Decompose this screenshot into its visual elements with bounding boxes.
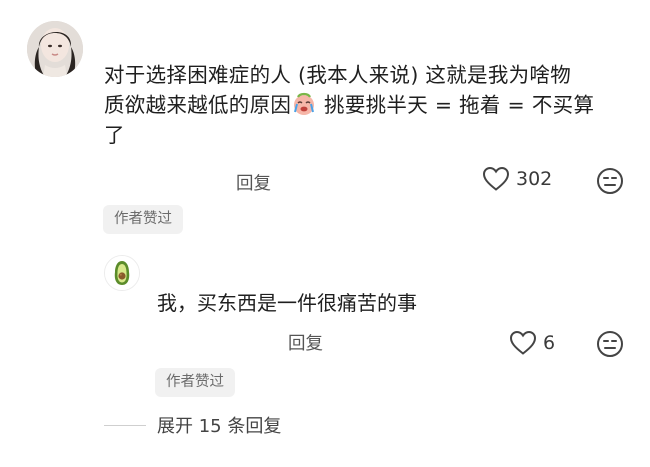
heart-icon xyxy=(482,166,510,191)
meh-face-button[interactable] xyxy=(596,167,624,199)
reply-reply-button[interactable]: 回复 xyxy=(288,330,323,355)
reply-like-button[interactable]: 6 xyxy=(509,330,555,356)
reply-button[interactable]: 回复 xyxy=(236,170,271,195)
avocado-icon xyxy=(105,256,139,290)
user-portrait-icon xyxy=(27,21,83,77)
like-button[interactable]: 302 xyxy=(482,166,552,192)
comment-thread: 对于选择困难症的人 (我本人来说) 这就是我为啥物 质欲越来越低的原因 挑要挑半… xyxy=(0,0,650,467)
comment-text-line-1: 对于选择困难症的人 (我本人来说) 这就是我为啥物 xyxy=(104,63,572,87)
crying-face-icon xyxy=(292,92,316,116)
reply-text: 我，买东西是一件很痛苦的事 xyxy=(157,291,417,315)
reply-like-count: 6 xyxy=(543,332,556,354)
comment-text-line-2a: 质欲越来越低的原因 xyxy=(104,93,292,117)
comment-text-line-2b: 挑要挑半天 = 拖着 = 不买算 xyxy=(317,93,595,117)
comment-text: 对于选择困难症的人 (我本人来说) 这就是我为啥物 质欲越来越低的原因 挑要挑半… xyxy=(104,60,639,150)
like-count: 302 xyxy=(516,168,553,190)
expand-replies-button[interactable]: 展开 15 条回复 xyxy=(157,412,281,438)
expand-divider xyxy=(104,425,146,426)
reply-avatar[interactable] xyxy=(104,255,140,291)
meh-face-icon xyxy=(597,168,623,194)
avatar[interactable] xyxy=(27,21,83,77)
heart-icon xyxy=(509,330,537,355)
meh-face-icon xyxy=(597,331,623,357)
reply-meh-face-button[interactable] xyxy=(596,330,624,362)
comment-text-line-3: 了 xyxy=(104,123,125,147)
author-liked-badge: 作者赞过 xyxy=(103,205,183,234)
reply-author-liked-badge: 作者赞过 xyxy=(155,368,235,397)
